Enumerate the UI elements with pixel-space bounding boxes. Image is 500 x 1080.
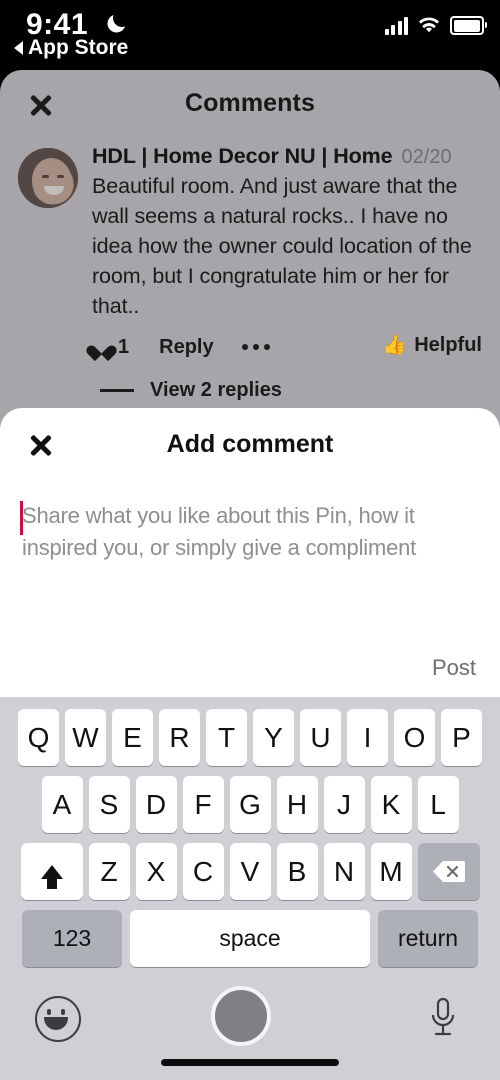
ellipsis-icon[interactable] (241, 344, 270, 350)
key-h[interactable]: H (276, 776, 318, 833)
key-j[interactable]: J (323, 776, 365, 833)
helpful-label: Helpful (414, 334, 482, 356)
comment-username[interactable]: HDL | Home Decor NU | Home (92, 144, 393, 169)
back-to-app-store-button[interactable]: App Store (14, 36, 128, 60)
like-count: 1 (118, 335, 130, 358)
backspace-icon (432, 859, 466, 884)
comments-header: Comments (0, 70, 500, 138)
add-comment-sheet: Add comment Share what you like about th… (0, 408, 500, 697)
key-l[interactable]: L (417, 776, 459, 833)
key-o[interactable]: O (394, 709, 435, 766)
wifi-icon (419, 17, 439, 33)
key-q[interactable]: Q (18, 709, 59, 766)
on-screen-keyboard: QWERTYUIOP ASDFGHJKL ZXCVBNM 123 space r… (0, 697, 500, 1080)
shift-key[interactable] (20, 843, 83, 900)
add-comment-title: Add comment (166, 430, 334, 458)
return-key[interactable]: return (378, 910, 478, 967)
helpful-button[interactable]: 👍 Helpful (383, 334, 482, 357)
status-bar: 9:41 App Store (0, 0, 500, 70)
home-indicator (161, 1059, 339, 1066)
key-f[interactable]: F (182, 776, 224, 833)
add-comment-header: Add comment (0, 408, 500, 478)
avatar[interactable] (18, 148, 78, 208)
key-b[interactable]: B (276, 843, 318, 900)
key-u[interactable]: U (300, 709, 341, 766)
key-s[interactable]: S (88, 776, 130, 833)
key-e[interactable]: E (112, 709, 153, 766)
comment-input-wrapper[interactable]: Share what you like about this Pin, how … (0, 478, 500, 564)
numbers-key[interactable]: 123 (22, 910, 122, 967)
comment-header: HDL | Home Decor NU | Home 02/20 (92, 144, 484, 169)
smiley-face-icon[interactable] (35, 996, 81, 1042)
view-replies-button[interactable]: View 2 replies (92, 379, 484, 402)
keyboard-row-1: QWERTYUIOP (0, 697, 500, 766)
key-v[interactable]: V (229, 843, 271, 900)
key-r[interactable]: R (159, 709, 200, 766)
key-w[interactable]: W (65, 709, 106, 766)
post-button[interactable]: Post (432, 655, 476, 681)
key-d[interactable]: D (135, 776, 177, 833)
key-c[interactable]: C (182, 843, 224, 900)
key-k[interactable]: K (370, 776, 412, 833)
crescent-moon-icon (107, 15, 125, 33)
status-bar-indicators (384, 16, 487, 35)
battery-icon (450, 16, 487, 35)
keyboard-row-3: ZXCVBNM (0, 833, 500, 900)
comment-date: 02/20 (401, 146, 452, 168)
key-n[interactable]: N (323, 843, 365, 900)
key-m[interactable]: M (370, 843, 412, 900)
key-i[interactable]: I (347, 709, 388, 766)
heart-icon[interactable] (92, 339, 111, 356)
back-label: App Store (28, 36, 129, 59)
comment-input-placeholder: Share what you like about this Pin, how … (22, 503, 417, 560)
comment-text: Beautiful room. And just aware that the … (92, 174, 472, 318)
key-y[interactable]: Y (253, 709, 294, 766)
cellular-signal-icon (384, 17, 408, 35)
key-a[interactable]: A (41, 776, 83, 833)
thumbs-up-icon: 👍 (382, 335, 407, 356)
view-replies-label: View 2 replies (150, 379, 282, 401)
dim-overlay (18, 148, 78, 208)
replies-thread-line (100, 389, 134, 392)
shift-arrow-icon (40, 864, 63, 889)
comment-item: HDL | Home Decor NU | Home 02/20 Beautif… (0, 138, 500, 402)
key-z[interactable]: Z (88, 843, 130, 900)
key-p[interactable]: P (441, 709, 482, 766)
microphone-icon[interactable] (426, 996, 460, 1040)
reply-button[interactable]: Reply (159, 336, 213, 359)
text-caret (20, 501, 23, 535)
keyboard-bottom-bar (0, 984, 500, 1080)
touch-point-indicator (211, 986, 271, 1046)
key-x[interactable]: X (135, 843, 177, 900)
back-triangle-icon (14, 41, 23, 55)
space-key[interactable]: space (130, 910, 370, 967)
phone-screen: 9:41 App Store Comments HDL | Home Decor… (0, 0, 500, 1080)
comment-body: HDL | Home Decor NU | Home 02/20 Beautif… (78, 144, 484, 402)
comment-actions: 1 Reply 👍 Helpful (92, 333, 484, 361)
backspace-key[interactable] (417, 843, 480, 900)
key-t[interactable]: T (206, 709, 247, 766)
comments-title: Comments (185, 89, 315, 117)
keyboard-row-2: ASDFGHJKL (0, 766, 500, 833)
keyboard-row-4: 123 space return (0, 900, 500, 967)
key-g[interactable]: G (229, 776, 271, 833)
